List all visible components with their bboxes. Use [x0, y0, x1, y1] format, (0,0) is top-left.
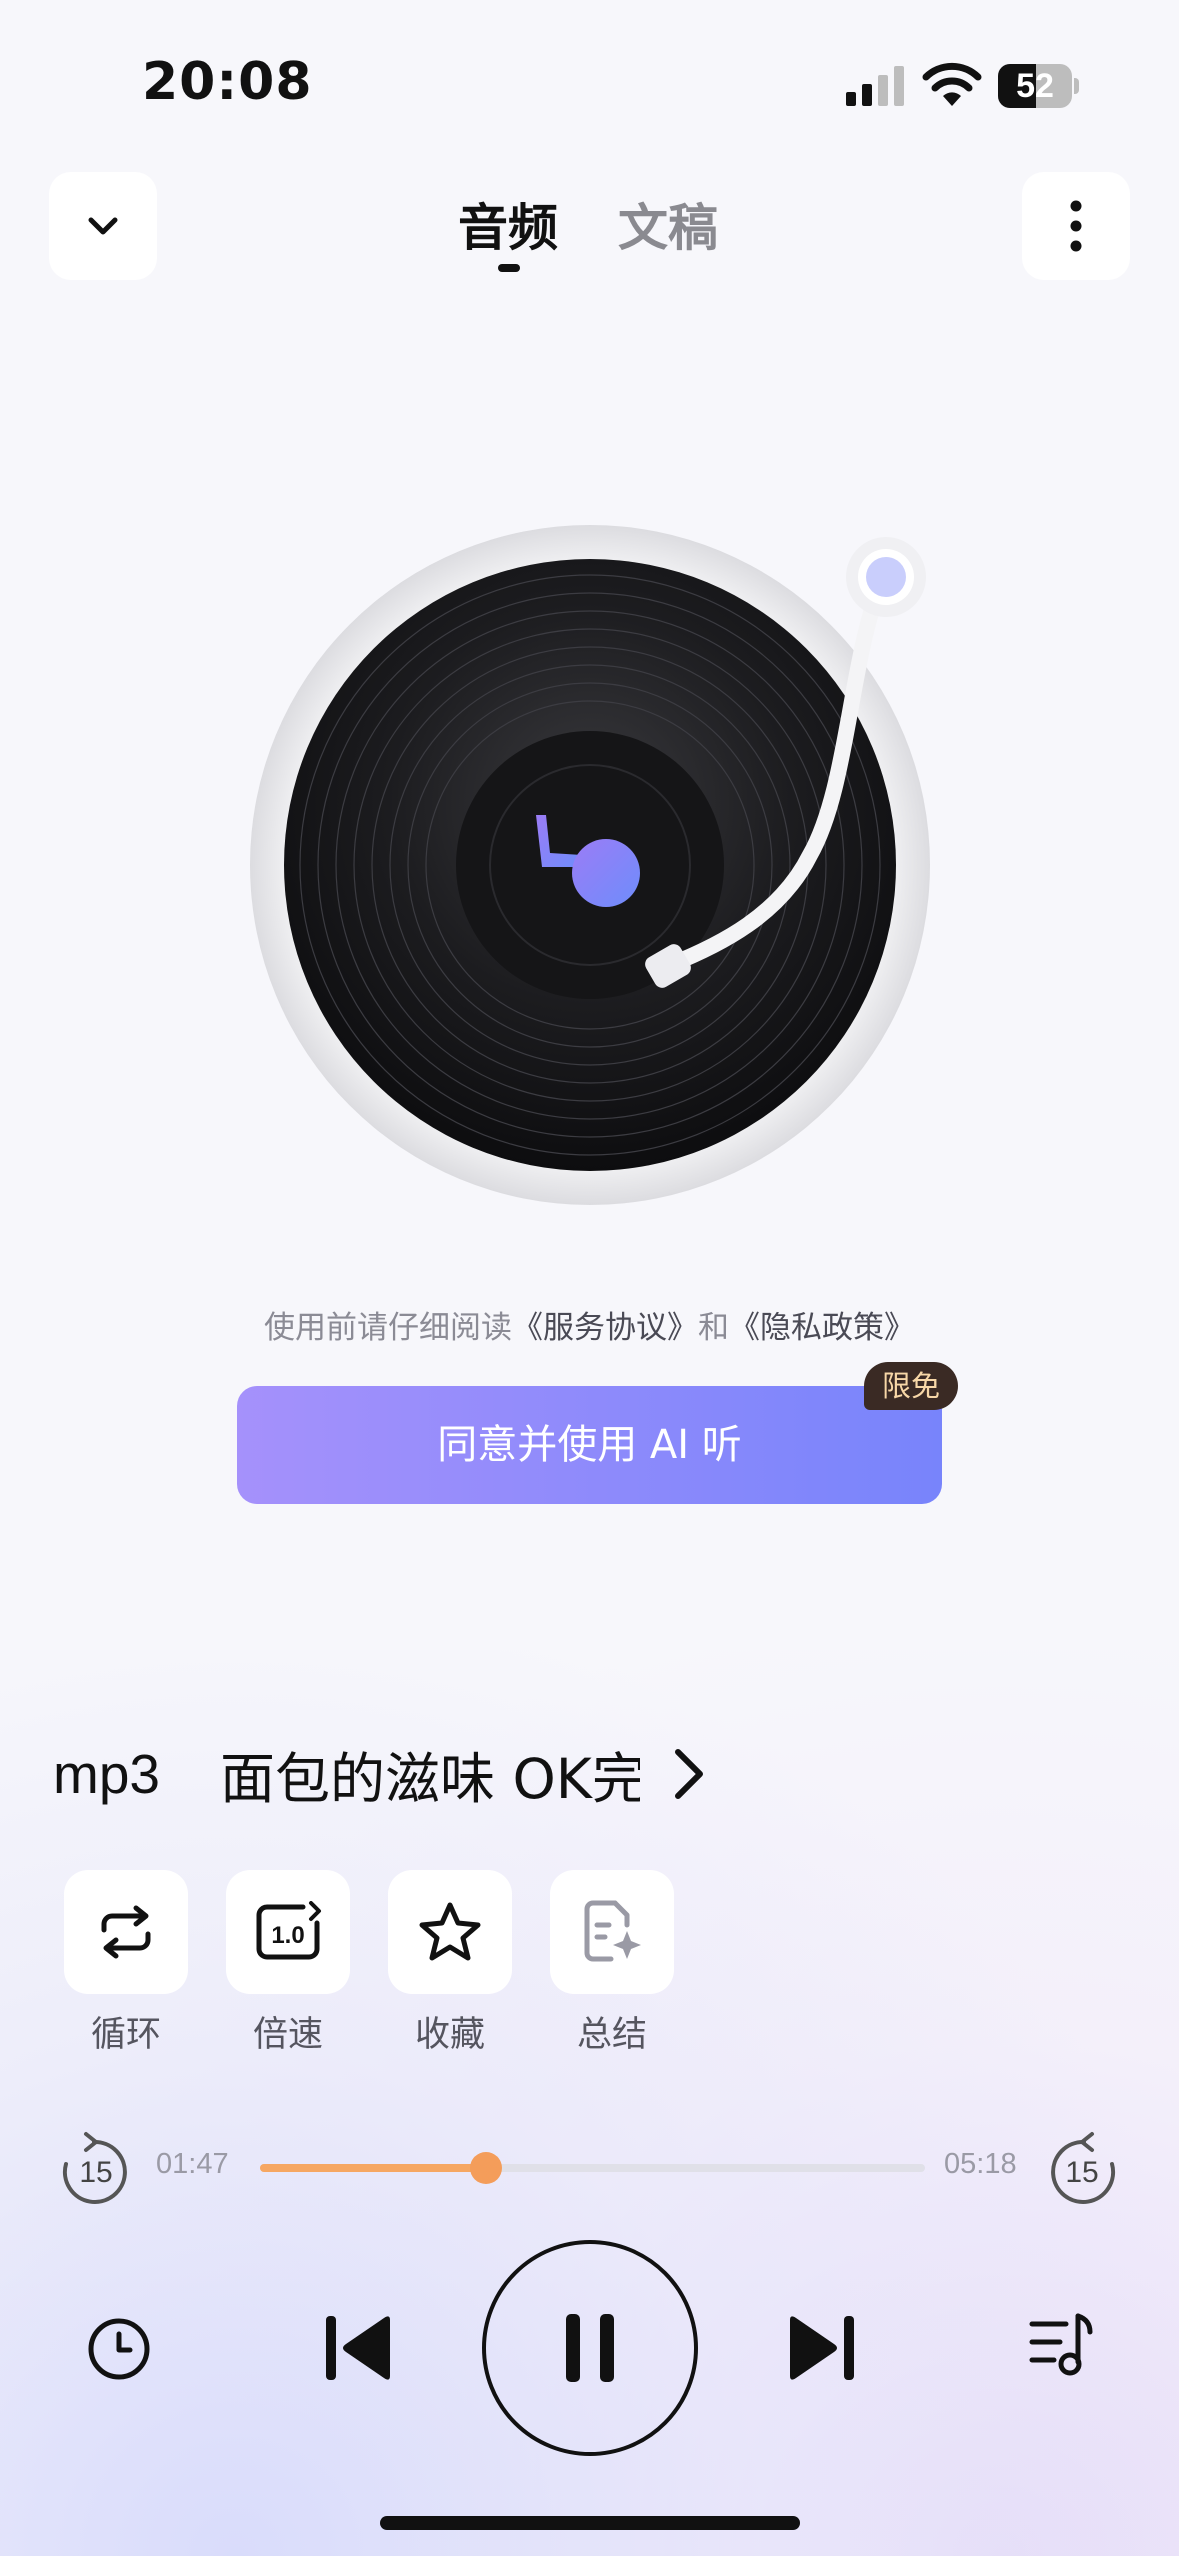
tab-audio[interactable]: 音频	[458, 188, 558, 272]
favorite-label: 收藏	[414, 2015, 485, 2055]
summary-icon	[584, 1900, 641, 1962]
battery-indicator: 52	[998, 64, 1079, 108]
progress-knob[interactable]	[470, 2152, 503, 2184]
pause-icon	[566, 2314, 614, 2382]
summary-button[interactable]: 总结	[550, 1870, 674, 2057]
star-icon	[419, 1902, 481, 1961]
status-time: 20:08	[142, 52, 313, 112]
summary-label: 总结	[576, 2015, 647, 2055]
repeat-icon	[101, 1905, 151, 1959]
progress-slider[interactable]	[260, 2152, 925, 2184]
wifi-icon	[922, 62, 982, 106]
current-time: 01:47	[156, 2148, 229, 2180]
agreement-and: 和	[698, 1310, 729, 1346]
timer-icon[interactable]	[84, 2314, 154, 2384]
previous-track-icon[interactable]	[320, 2310, 396, 2386]
agreement-text: 使用前请仔细阅读《服务协议》和《隐私政策》	[0, 1302, 1179, 1347]
agree-and-use-button[interactable]: 同意并使用 AI 听	[237, 1386, 942, 1504]
speed-icon-text: 1.0	[271, 1922, 304, 1949]
rewind-seconds: 15	[79, 2156, 112, 2189]
total-time: 05:18	[944, 2148, 1017, 2180]
tab-audio-label: 音频	[458, 199, 558, 257]
playlist-icon[interactable]	[1026, 2310, 1096, 2380]
more-vertical-icon	[1070, 200, 1082, 252]
speed-icon: 1.0	[256, 1901, 321, 1960]
rewind-15-icon[interactable]: 15	[56, 2126, 132, 2210]
favorite-button[interactable]: 收藏	[388, 1870, 512, 2057]
repeat-label: 循环	[90, 2015, 161, 2055]
repeat-button[interactable]: 循环	[64, 1870, 188, 2057]
track-title-row[interactable]: mp3 面包的滋味 OK完	[53, 1734, 713, 1814]
privacy-policy-link[interactable]: 《隐私政策》	[729, 1310, 915, 1346]
tab-transcript-label: 文稿	[618, 199, 718, 257]
forward-seconds: 15	[1065, 2156, 1098, 2189]
more-button[interactable]	[1022, 172, 1130, 280]
track-title: 面包的滋味 OK完	[220, 1747, 640, 1811]
speed-button[interactable]: 1.0 倍速	[226, 1870, 350, 2057]
home-indicator	[380, 2516, 800, 2530]
file-extension: mp3	[53, 1743, 160, 1805]
agreement-prefix: 使用前请仔细阅读	[264, 1310, 512, 1346]
service-agreement-link[interactable]: 《服务协议》	[512, 1310, 698, 1346]
tab-bar: 音频 文稿	[458, 188, 718, 272]
tab-transcript[interactable]: 文稿	[618, 188, 718, 260]
next-track-icon[interactable]	[784, 2310, 860, 2386]
chevron-down-icon	[88, 217, 118, 235]
progress-fill	[260, 2164, 487, 2172]
speed-label: 倍速	[252, 2015, 323, 2055]
chevron-right-icon[interactable]	[668, 1744, 712, 1804]
pause-button[interactable]	[482, 2240, 698, 2456]
free-badge: 限免	[864, 1362, 959, 1410]
tab-indicator	[498, 264, 520, 272]
cellular-signal-icon	[846, 66, 904, 106]
collapse-button[interactable]	[49, 172, 157, 280]
vinyl-record	[250, 525, 930, 1205]
battery-level: 52	[1016, 67, 1054, 105]
forward-15-icon[interactable]: 15	[1046, 2126, 1122, 2210]
